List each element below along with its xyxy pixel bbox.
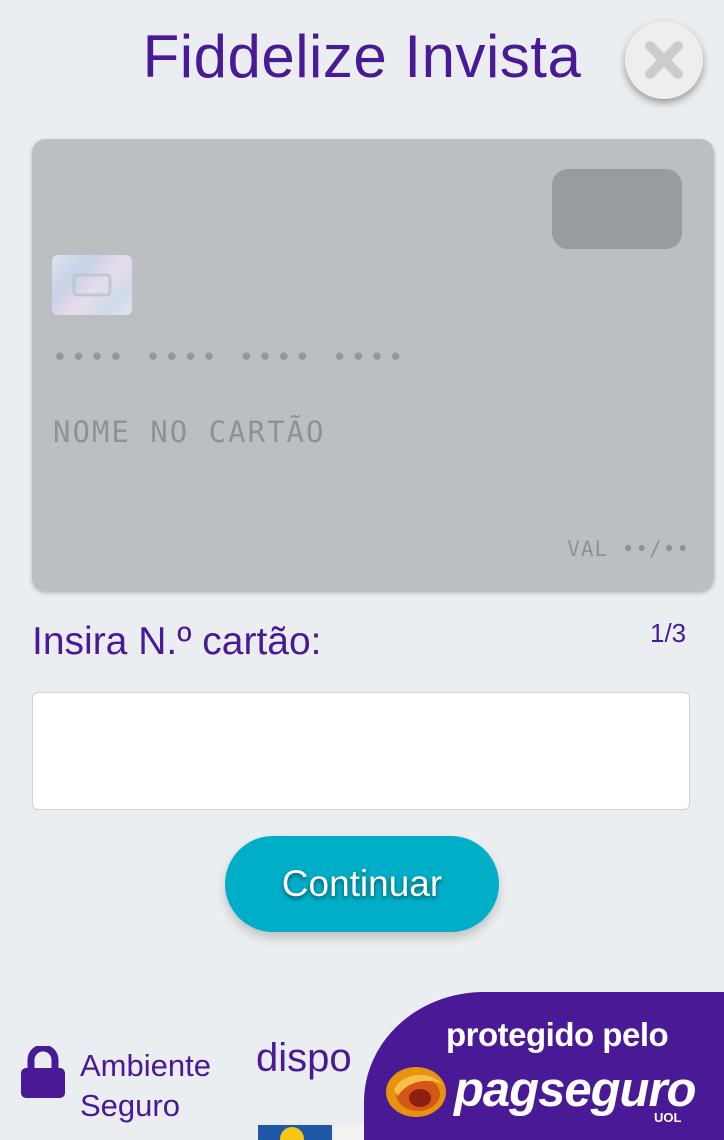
lock-icon bbox=[21, 1046, 65, 1098]
card-holder-name-display: NOME NO CARTÃO bbox=[53, 415, 326, 449]
card-number-label: Insira N.º cartão: bbox=[32, 620, 322, 663]
card-number-input[interactable] bbox=[32, 692, 690, 810]
card-chip-icon bbox=[52, 255, 132, 315]
badge-protected-text: protegido pelo bbox=[446, 1016, 669, 1053]
pagseguro-badge: protegido pelo pagseguro UOL bbox=[364, 992, 724, 1140]
pagseguro-logo-icon bbox=[386, 1067, 446, 1117]
partial-text: dispo bbox=[256, 1036, 352, 1080]
card-number-display: •••• •••• •••• •••• bbox=[52, 343, 407, 373]
continue-button[interactable]: Continuar bbox=[225, 836, 499, 932]
badge-sub-text: UOL bbox=[654, 1110, 682, 1125]
close-button[interactable] bbox=[625, 21, 703, 99]
close-x-icon bbox=[645, 41, 683, 79]
payment-logo bbox=[258, 1125, 332, 1140]
credit-card-preview: •••• •••• •••• •••• NOME NO CARTÃO VAL •… bbox=[32, 139, 714, 591]
step-counter: 1/3 bbox=[650, 618, 687, 648]
secure-environment-label: Ambiente Seguro bbox=[80, 1048, 211, 1123]
page-title: Fiddelize Invista bbox=[142, 23, 582, 90]
card-logo-placeholder bbox=[552, 169, 682, 249]
card-expiry-display: VAL ••/•• bbox=[567, 537, 690, 561]
secure-environment-indicator: Ambiente Seguro bbox=[20, 1046, 250, 1126]
